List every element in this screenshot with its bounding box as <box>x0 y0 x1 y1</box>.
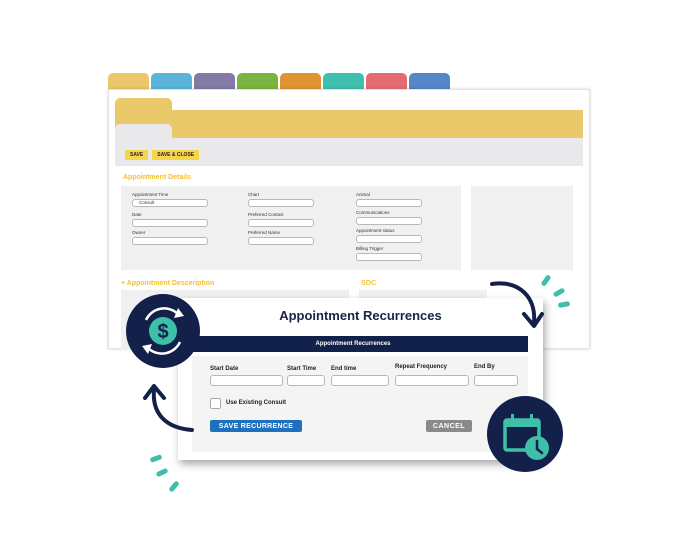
field-label: Communications <box>356 210 390 215</box>
save-recurrence-button[interactable]: SAVE RECURRENCE <box>210 420 302 432</box>
field-start-date: Start Date <box>210 366 283 386</box>
field-label: Owner <box>132 230 146 235</box>
field-date: Date <box>132 212 208 227</box>
save-button[interactable]: SAVE <box>125 150 149 160</box>
field-end-time: End time <box>331 366 389 386</box>
module-tab-7[interactable] <box>366 73 407 89</box>
field-label: Appointment Time <box>132 192 169 197</box>
appointment-details-title: Appointment Details <box>123 174 192 181</box>
side-panel <box>471 186 573 270</box>
module-tab-8[interactable] <box>409 73 450 89</box>
field-communications: Communications <box>356 210 422 225</box>
module-tab-6[interactable] <box>323 73 364 89</box>
arrow-down-icon <box>490 281 544 328</box>
repeat-frequency-input[interactable] <box>395 375 469 386</box>
billing-badge: $ <box>126 294 200 368</box>
module-tab-1[interactable] <box>108 73 149 89</box>
preferred-contact-input[interactable] <box>248 219 314 227</box>
cancel-button[interactable]: CANCEL <box>426 420 472 432</box>
field-owner: Owner <box>132 230 208 245</box>
use-existing-consult-label: Use Existing Consult <box>226 400 287 406</box>
field-label: Animal <box>356 192 370 197</box>
record-subtab[interactable] <box>115 124 172 140</box>
field-preferred-name: Preferred Name <box>248 230 314 245</box>
field-label: Start Date <box>210 366 239 372</box>
soc-title: SOC <box>361 280 377 287</box>
field-appointment-status: Appointment status <box>356 228 422 243</box>
preferred-name-input[interactable] <box>248 237 314 245</box>
start-date-input[interactable] <box>210 375 283 386</box>
appointment-description-title[interactable]: + Appointment Desceription <box>121 280 214 287</box>
field-label: Preferred Contact <box>248 212 284 217</box>
animal-input[interactable] <box>356 199 422 207</box>
header-yellow-bar <box>115 110 583 138</box>
record-header: SAVE SAVE & CLOSE <box>115 98 583 166</box>
dollar-refresh-icon: $ <box>142 307 184 355</box>
field-label: Chart <box>248 192 260 197</box>
date-input[interactable] <box>132 219 208 227</box>
field-label: Appointment status <box>356 228 395 233</box>
accent-dash <box>149 454 163 463</box>
field-repeat-frequency: Repeat Frequency <box>395 364 469 386</box>
module-tab-4[interactable] <box>237 73 278 89</box>
field-label: Preferred Name <box>248 230 281 235</box>
start-time-input[interactable] <box>287 375 325 386</box>
appointment-details-panel: Appointment Time Consult Date Owner Char… <box>121 186 461 270</box>
chart-input[interactable] <box>248 199 314 207</box>
field-billing-trigger: Billing Trigger <box>356 246 422 261</box>
field-appointment-time: Appointment Time Consult <box>132 192 208 207</box>
field-label: Repeat Frequency <box>395 364 448 370</box>
module-tab-2[interactable] <box>151 73 192 89</box>
save-close-button[interactable]: SAVE & CLOSE <box>152 150 200 160</box>
field-label: Date <box>132 212 142 217</box>
accent-dash <box>168 480 180 493</box>
accent-dash <box>155 467 169 478</box>
use-existing-consult-checkbox[interactable] <box>210 398 221 409</box>
end-time-input[interactable] <box>331 375 389 386</box>
field-end-by: End By <box>474 364 518 386</box>
field-chart: Chart <box>248 192 314 207</box>
field-label: End By <box>474 364 495 370</box>
owner-input[interactable] <box>132 237 208 245</box>
field-preferred-contact: Preferred Contact <box>248 212 314 227</box>
field-label: Start Time <box>287 366 317 372</box>
appointment-status-input[interactable] <box>356 235 422 243</box>
svg-text:$: $ <box>157 321 168 343</box>
communications-input[interactable] <box>356 217 422 225</box>
appointment-time-input[interactable]: Consult <box>132 199 208 207</box>
billing-trigger-input[interactable] <box>356 253 422 261</box>
module-tab-3[interactable] <box>194 73 235 89</box>
field-label: End time <box>331 366 357 372</box>
end-by-input[interactable] <box>474 375 518 386</box>
dialog-section-header: Appointment Recurrences <box>178 336 528 352</box>
recurrence-form: Start Date Start Time End time Repeat Fr… <box>192 356 528 452</box>
toolbar: SAVE SAVE & CLOSE <box>125 150 200 160</box>
arrow-up-icon <box>143 384 194 432</box>
record-tab-active[interactable] <box>115 98 172 112</box>
schedule-badge <box>487 396 563 472</box>
field-label: Billing Trigger <box>356 246 384 251</box>
field-animal: Animal <box>356 192 422 207</box>
calendar-clock-icon <box>503 414 549 460</box>
field-start-time: Start Time <box>287 366 325 386</box>
dialog-title: Appointment Recurrences <box>279 308 442 323</box>
module-tab-5[interactable] <box>280 73 321 89</box>
